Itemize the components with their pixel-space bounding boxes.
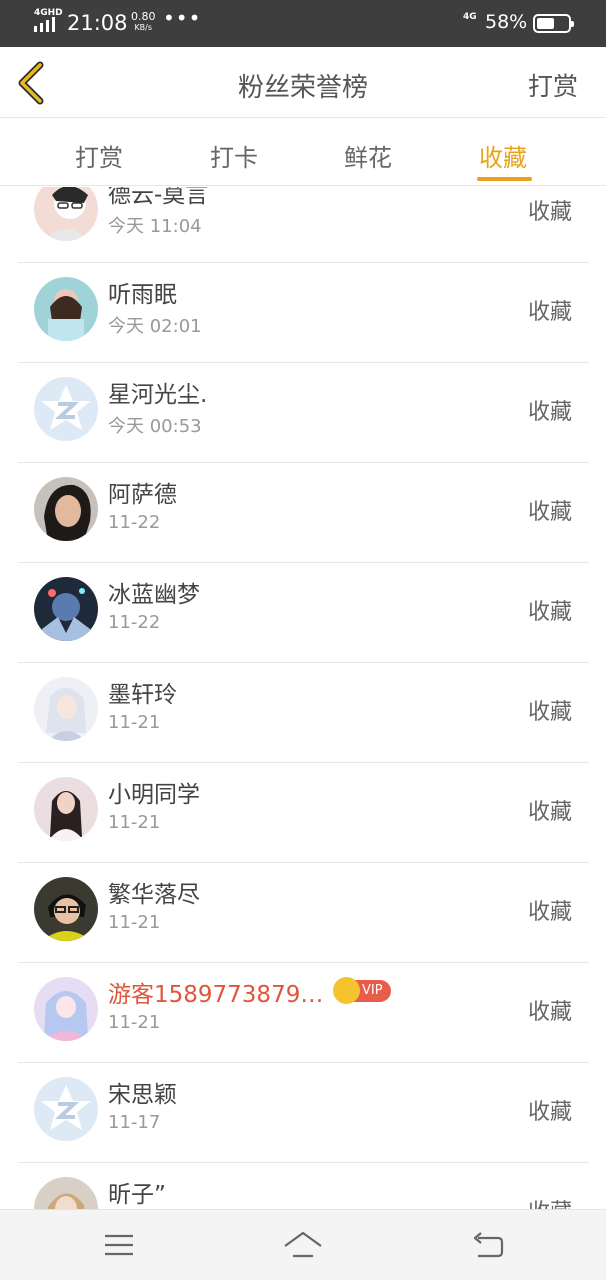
back-arrow-icon[interactable]	[468, 1228, 508, 1262]
favorite-time: 11-22	[108, 512, 161, 533]
user-name: 小明同学	[108, 782, 200, 808]
user-name: 冰蓝幽梦	[108, 582, 200, 608]
favorite-label: 收藏	[527, 900, 572, 925]
favorite-time: 11-21	[108, 912, 161, 933]
vip-label: VIP	[362, 983, 383, 998]
favorite-label: 收藏	[527, 800, 572, 825]
vip-badge: VIP	[333, 977, 391, 1004]
user-name: 墨轩玲	[108, 682, 177, 708]
avatar	[34, 187, 98, 241]
favorite-label: 收藏	[527, 300, 572, 325]
system-nav-bar	[0, 1209, 606, 1280]
avatar	[34, 1177, 98, 1209]
user-name: 宋思颖	[108, 1082, 177, 1108]
battery-icon	[533, 14, 574, 33]
avatar	[34, 777, 98, 841]
list-item[interactable]: 游客1589773879… VIP 11-21 收藏	[18, 963, 589, 1063]
user-name: 阿萨德	[108, 482, 177, 508]
user-name: 德云-莫言	[108, 187, 209, 208]
battery-percent: 58%	[485, 11, 528, 33]
favorite-time: 11-21	[108, 1012, 161, 1033]
list-item[interactable]: 宋思颖 11-17 收藏	[18, 1063, 589, 1163]
favorite-time: 11-22	[108, 612, 161, 633]
reward-button[interactable]: 打赏	[528, 67, 578, 103]
favorite-label: 收藏	[528, 1194, 572, 1209]
list-item[interactable]: 冰蓝幽梦 11-22 收藏	[18, 563, 589, 663]
favorite-time: 11-21	[108, 812, 161, 833]
avatar	[34, 277, 98, 341]
list-item[interactable]: 阿萨德 11-22 收藏	[18, 463, 589, 563]
favorite-time: 今天 02:01	[108, 316, 202, 337]
menu-icon[interactable]	[99, 1228, 139, 1262]
battery-fill	[537, 18, 554, 29]
user-name: 繁华落尽	[108, 882, 200, 908]
favorite-label: 收藏	[527, 700, 572, 725]
list-item[interactable]: 墨轩玲 11-21 收藏	[18, 663, 589, 763]
fan-list: 德云-莫言 今天 11:04 收藏 听雨眠 今天 02:01 收藏 星河光尘. …	[0, 187, 606, 1209]
avatar	[34, 577, 98, 641]
more-notifications-icon: •••	[163, 6, 202, 30]
network-type-2: 4G	[463, 12, 477, 22]
tab-reward[interactable]: 打赏	[75, 138, 123, 173]
user-name: 昕子”	[108, 1182, 166, 1208]
crown-icon	[333, 977, 360, 1004]
avatar	[34, 977, 98, 1041]
list-item[interactable]: 听雨眠 今天 02:01 收藏	[18, 263, 589, 363]
favorite-label: 收藏	[527, 1000, 572, 1025]
tab-active-indicator	[477, 177, 532, 181]
favorite-label: 收藏	[527, 500, 572, 525]
list-item[interactable]: 星河光尘. 今天 00:53 收藏	[18, 363, 589, 463]
favorite-time: 今天 11:04	[108, 216, 202, 237]
list-item[interactable]: 德云-莫言 今天 11:04 收藏	[18, 187, 589, 263]
favorite-time: 今天 00:53	[108, 416, 202, 437]
list-item[interactable]: 小明同学 11-21 收藏	[18, 763, 589, 863]
default-avatar-icon	[34, 1077, 98, 1141]
favorite-label: 收藏	[527, 400, 572, 425]
list-item[interactable]: 繁华落尽 11-21 收藏	[18, 863, 589, 963]
avatar	[34, 877, 98, 941]
tab-favorites[interactable]: 收藏	[479, 138, 527, 173]
user-name: 星河光尘.	[108, 382, 208, 408]
favorite-label: 收藏	[527, 1100, 572, 1125]
default-avatar-icon	[34, 377, 98, 441]
home-icon[interactable]	[283, 1228, 323, 1262]
favorite-label: 收藏	[527, 600, 572, 625]
net-speed-unit: KB/s	[134, 23, 153, 32]
list-item[interactable]: 昕子” 收藏	[18, 1163, 589, 1209]
favorite-time: 11-17	[108, 1112, 161, 1133]
favorite-label: 收藏	[527, 200, 572, 225]
signal-icon	[34, 17, 55, 32]
user-name: 听雨眠	[108, 282, 177, 308]
tab-checkin[interactable]: 打卡	[210, 138, 258, 173]
app-header: 粉丝荣誉榜 打赏	[0, 47, 606, 118]
tab-flowers[interactable]: 鲜花	[344, 138, 392, 173]
tab-bar: 打赏 打卡 鲜花 收藏	[0, 118, 606, 186]
user-name: 游客1589773879…	[108, 982, 324, 1008]
net-speed: 0.80 KB/s	[131, 11, 156, 33]
favorite-time: 11-21	[108, 712, 161, 733]
avatar	[34, 677, 98, 741]
status-bar: 4GHD 21:08 0.80 KB/s ••• 4G 58%	[0, 0, 606, 47]
clock: 21:08	[67, 11, 128, 35]
page-title: 粉丝荣誉榜	[237, 73, 368, 103]
avatar	[34, 477, 98, 541]
